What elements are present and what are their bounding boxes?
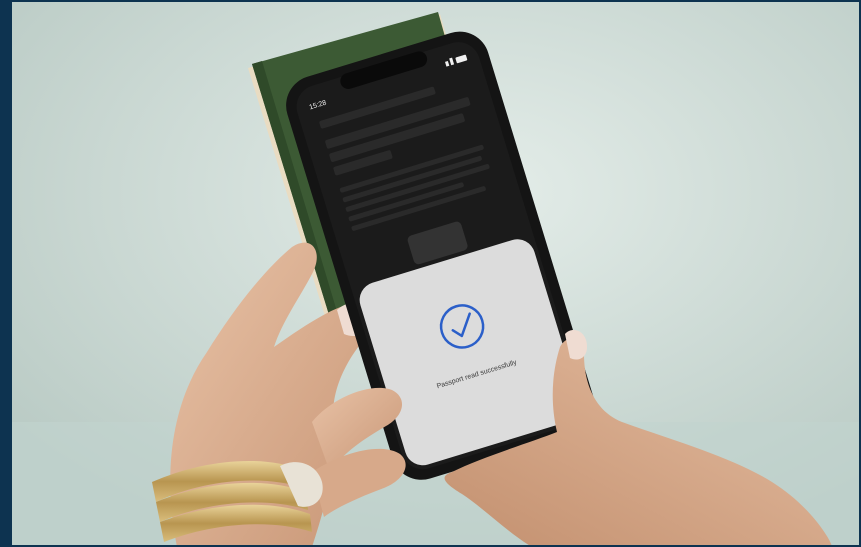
image-frame: Passport read successfully 15:28: [0, 0, 861, 547]
photograph: Passport read successfully 15:28: [12, 2, 859, 545]
scene-illustration: Passport read successfully 15:28: [12, 2, 859, 545]
